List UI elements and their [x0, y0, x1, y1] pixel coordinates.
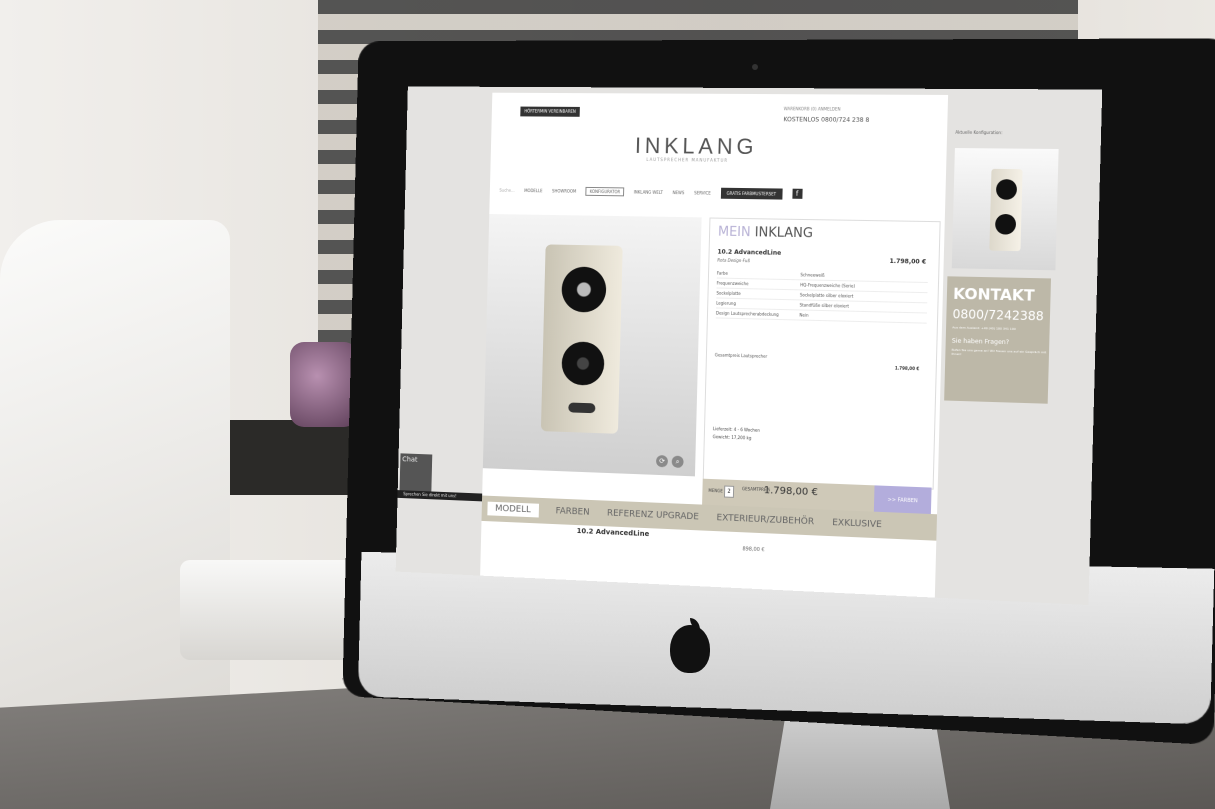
quantity-input[interactable]: 2 [723, 485, 735, 498]
free-phone: KOSTENLOS 0800/724 238 8 [783, 116, 870, 124]
contact-phone[interactable]: 0800/7242388 [952, 307, 1044, 323]
appointment-button[interactable]: HÖRTERMIN VEREINBAREN [520, 106, 580, 117]
nav-item-inklang-welt[interactable]: INKLANG WELT [634, 189, 663, 194]
cart-link[interactable]: WARENKORB (0) [784, 106, 817, 111]
product-price: 1.798,00 € [889, 257, 927, 266]
weight: Gewicht: 17,200 kg [712, 434, 752, 441]
sample-set-button[interactable]: GRATIS FARBMUSTERSET [720, 187, 783, 200]
model-list-price: 898,00 € [742, 546, 765, 554]
tab-referenz-upgrade[interactable]: REFERENZ UPGRADE [607, 509, 699, 523]
nav-item-modelle[interactable]: MODELLE [524, 188, 542, 193]
chat-label: Chat [402, 455, 418, 464]
total-label: Gesamtpreis Lautsprecher [714, 352, 768, 359]
imac-screen: HÖRTERMIN VEREINBAREN WARENKORB (0) ANME… [395, 86, 1103, 606]
zoom-icon[interactable]: ⌕ [671, 455, 684, 468]
top-links: WARENKORB (0) ANMELDEN [784, 106, 841, 111]
radiator [180, 560, 360, 660]
camera-icon [752, 64, 758, 70]
chat-bar[interactable]: Sprechen Sie direkt mit uns! [397, 490, 483, 502]
current-config-preview [951, 148, 1059, 271]
model-list-title: 10.2 AdvancedLine [576, 527, 650, 539]
contact-title: KONTAKT [952, 284, 1035, 305]
nav-item-showroom[interactable]: SHOWROOM [552, 188, 576, 193]
product-sub: Rota Design-Fuß [717, 257, 750, 264]
config-title: MEIN INKLANG [717, 224, 814, 242]
facebook-icon[interactable]: f [791, 188, 803, 199]
quantity-label: MENGE [708, 487, 723, 494]
tab-farben[interactable]: FARBEN [555, 506, 589, 517]
delivery-time: Lieferzeit: 4 - 6 Wochen [712, 426, 760, 433]
login-link[interactable]: ANMELDEN [818, 106, 841, 111]
bass-port [568, 402, 596, 414]
tab-exklusive[interactable]: EXKLUSIVE [832, 518, 882, 530]
contact-box: KONTAKT 0800/7242388 Aus dem Ausland: +4… [944, 276, 1052, 404]
website-page: HÖRTERMIN VEREINBAREN WARENKORB (0) ANME… [480, 92, 949, 598]
nav-item-news[interactable]: NEWS [673, 190, 685, 195]
rotate-icon[interactable]: ⟳ [655, 455, 669, 468]
search-input[interactable]: Suche... [499, 187, 514, 192]
total-price: 1.798,00 € [894, 365, 920, 372]
current-config-label: Aktuelle Konfiguration: [955, 129, 1003, 136]
main-nav: Suche... MODELLE SHOWROOM KONFIGURATOR I… [499, 183, 933, 203]
total-price-value: 1.798,00 € [763, 485, 819, 499]
nav-item-service[interactable]: SERVICE [694, 190, 711, 195]
brand-subtitle: LAUTSPRECHER MANUFAKTUR [646, 156, 729, 163]
nav-item-konfigurator[interactable]: KONFIGURATOR [585, 186, 625, 196]
speaker-thumbnail [989, 168, 1023, 252]
product-image: ⟳ ⌕ [482, 214, 702, 477]
contact-abroad: Aus dem Ausland: +49 (40) 180 341 100 [952, 325, 1016, 331]
tab-modell[interactable]: MODELL [487, 501, 539, 518]
apple-logo-icon [670, 625, 710, 673]
tab-exterieur[interactable]: EXTERIEUR/ZUBEHÖR [716, 513, 814, 527]
product-name: 10.2 AdvancedLine [717, 248, 782, 257]
candle-holder [290, 342, 358, 427]
contact-note: Rufen Sie uns gerne an! Wir freuen uns a… [951, 347, 1047, 357]
config-panel: MEIN INKLANG 10.2 AdvancedLine 1.798,00 … [702, 217, 941, 490]
contact-question: Sie haben Fragen? [951, 337, 1010, 347]
